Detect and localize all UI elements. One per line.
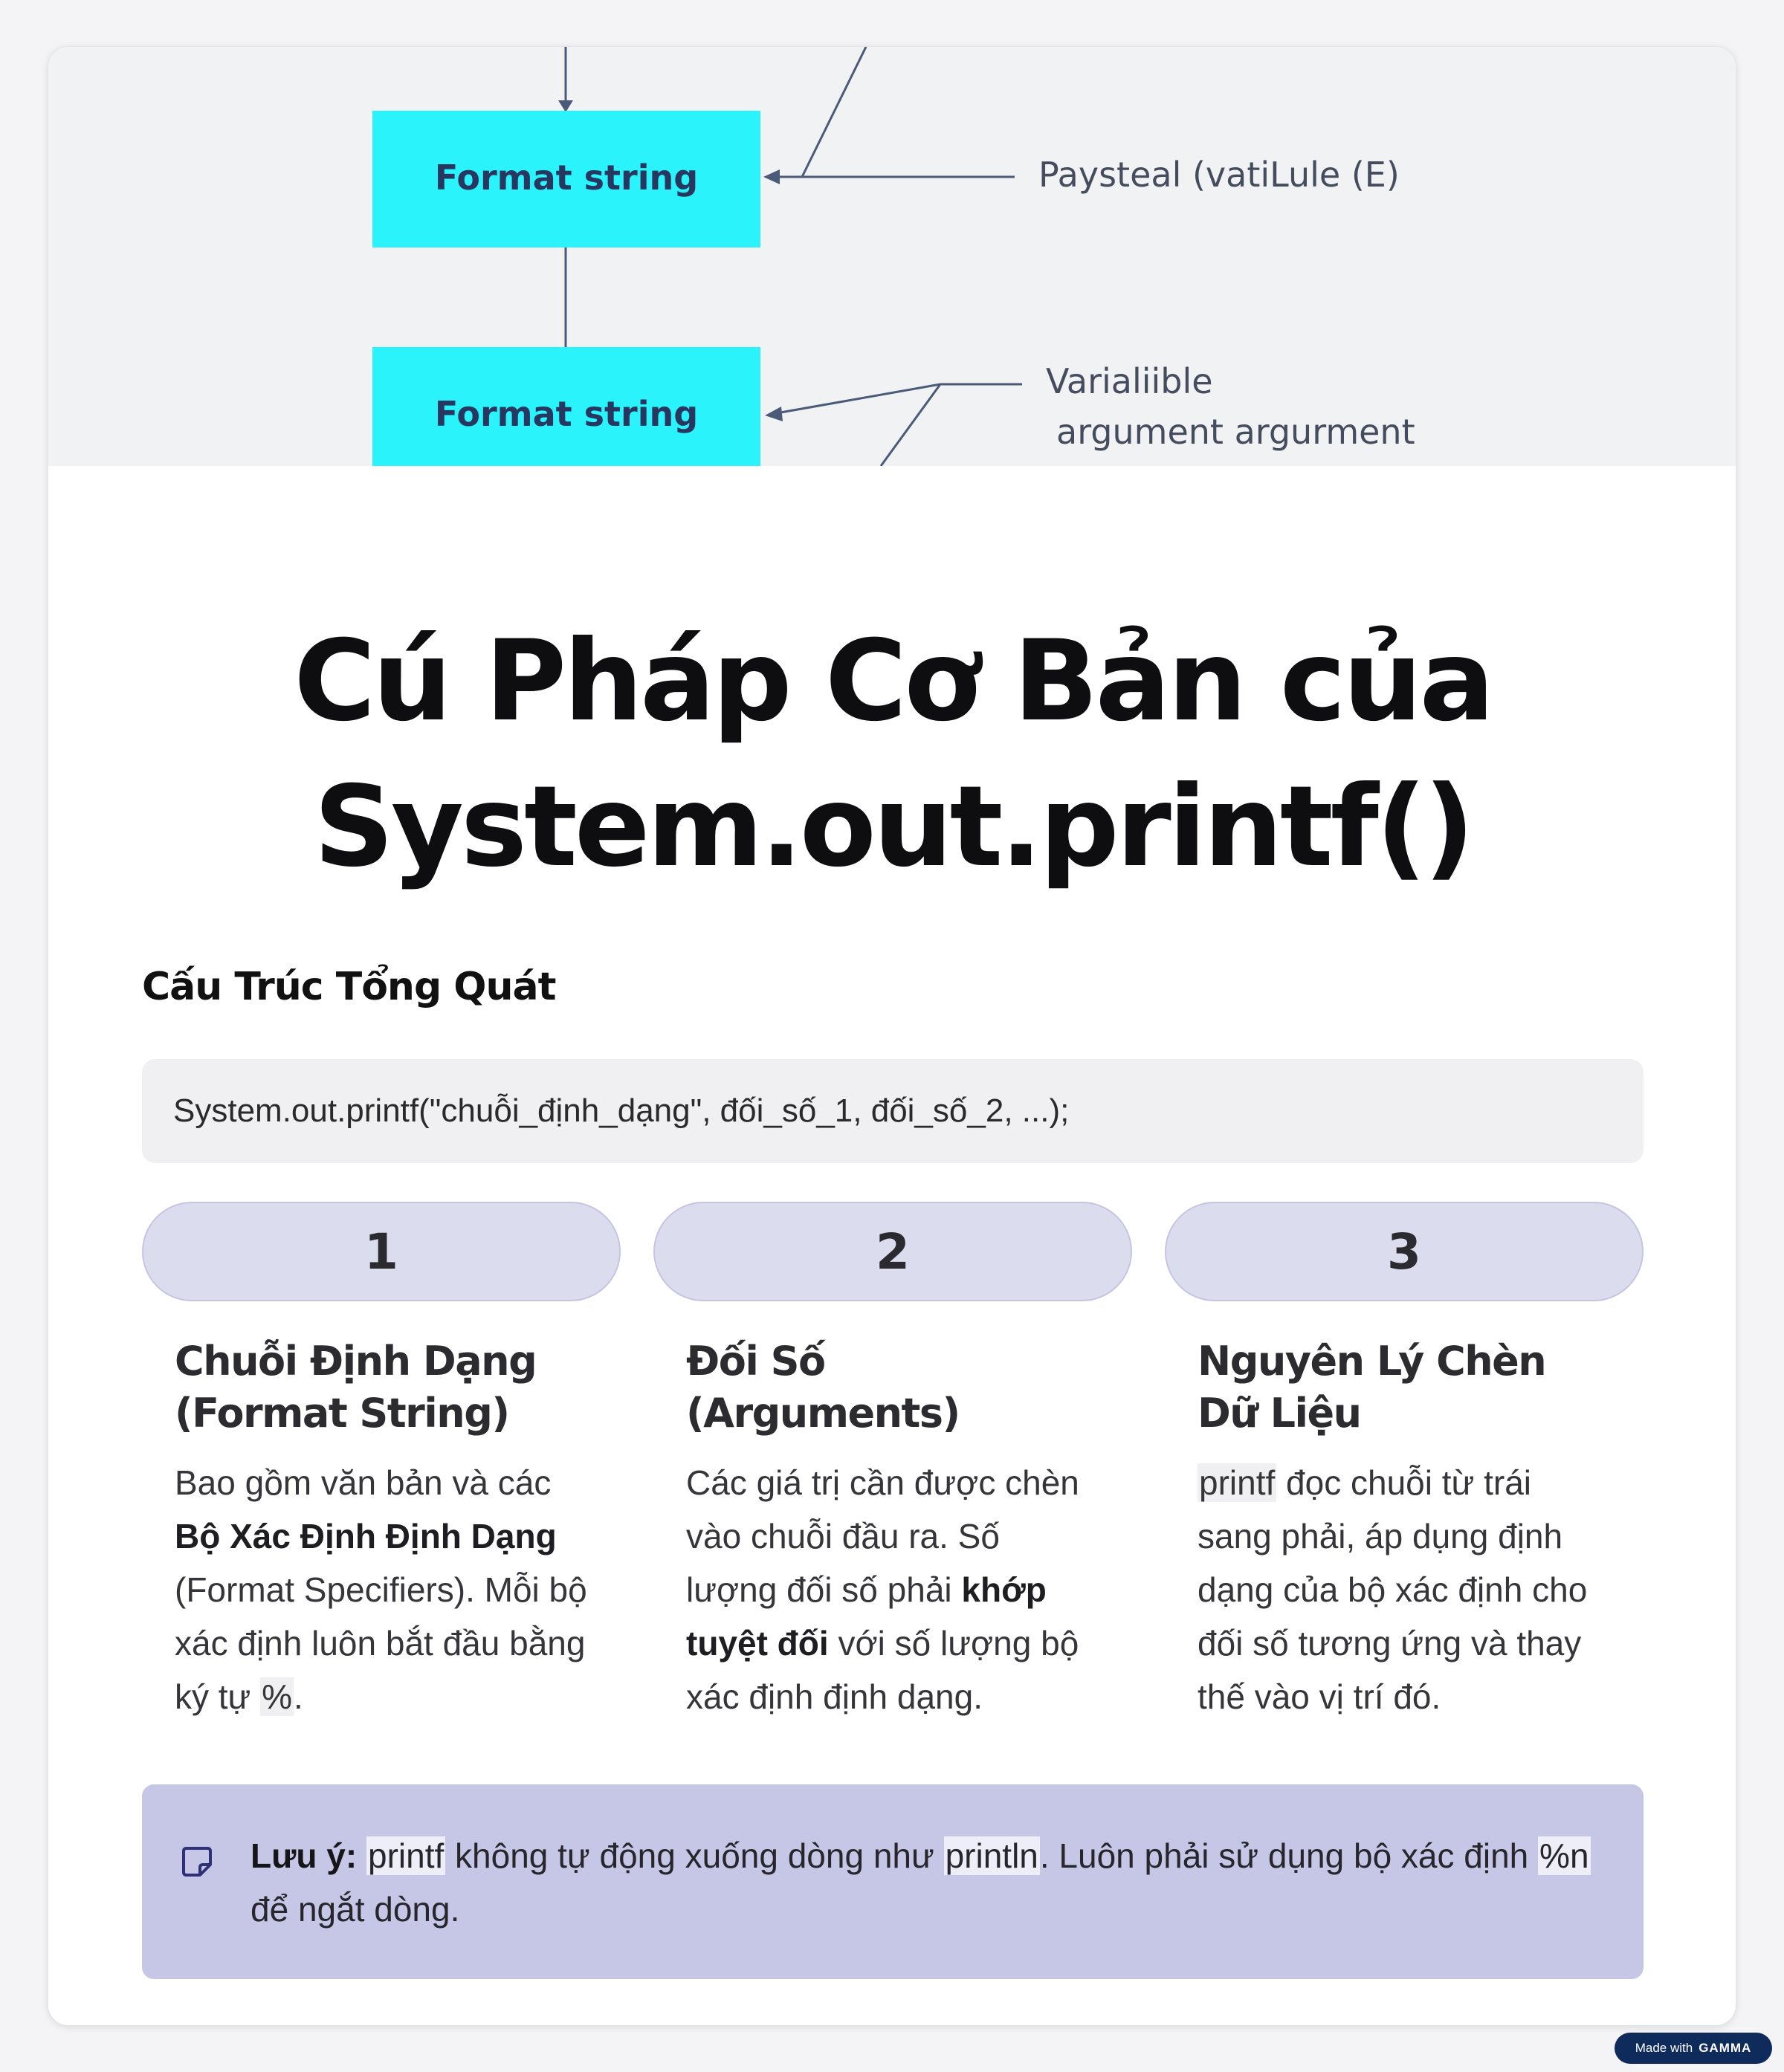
- step-1-text-bold: Bộ Xác Định Định Dạng: [175, 1517, 557, 1555]
- step-1-text-a: Bao gồm văn bản và các: [175, 1463, 552, 1502]
- step-2: 2 Đối Số (Arguments) Các giá trị cần đượ…: [653, 1202, 1132, 1723]
- step-1: 1 Chuỗi Định Dạng (Format String) Bao gồ…: [142, 1202, 621, 1723]
- hero-diagram-image: Format string Format string Paysteal (va…: [48, 47, 1736, 466]
- arrow-2-label-line1: Varialiible: [1046, 361, 1213, 401]
- step-2-number-pill: 2: [653, 1202, 1132, 1301]
- step-1-number-pill: 1: [142, 1202, 621, 1301]
- note-text-1: không tự động xuống dòng như: [445, 1836, 944, 1875]
- slide-card: Format string Format string Paysteal (va…: [48, 46, 1736, 2026]
- badge-brand-logo: GAMMA: [1699, 2041, 1752, 2055]
- arrow-1-head: [763, 169, 780, 184]
- arrow-1-diagonal: [801, 47, 867, 178]
- title-line-1: Cú Pháp Cơ Bản của: [294, 617, 1494, 746]
- step-1-body: Chuỗi Định Dạng (Format String) Bao gồm …: [142, 1301, 621, 1723]
- steps-row: 1 Chuỗi Định Dạng (Format String) Bao gồ…: [142, 1202, 1644, 1723]
- step-2-title: Đối Số (Arguments): [686, 1338, 960, 1437]
- step-3-number: 3: [1387, 1223, 1421, 1281]
- note-callout: Lưu ý: printf không tự động xuống dòng n…: [142, 1784, 1644, 1979]
- arrow-1-label: Paysteal (vatiLule (E): [1038, 155, 1400, 195]
- flow-diagram: Format string Format string Paysteal (va…: [372, 47, 1415, 466]
- step-1-text: Bao gồm văn bản và các Bộ Xác Định Định …: [175, 1456, 588, 1723]
- format-string-box-2-label: Format string: [435, 394, 698, 434]
- format-string-box-1-label: Format string: [435, 158, 698, 198]
- step-3-text: printf đọc chuỗi từ trái sang phải, áp d…: [1198, 1456, 1611, 1723]
- step-1-title: Chuỗi Định Dạng (Format String): [175, 1338, 537, 1437]
- step-3-number-pill: 3: [1165, 1202, 1644, 1301]
- arrow-2-line-b: [772, 383, 941, 415]
- step-1-number: 1: [364, 1223, 398, 1281]
- step-1-inline-code: %: [260, 1677, 294, 1716]
- main-content: Cú Pháp Cơ Bản của System.out.printf() C…: [142, 466, 1644, 1723]
- note-code-println: println: [943, 1836, 1040, 1875]
- note-text-3: để ngắt dòng.: [251, 1890, 460, 1929]
- arrow-2-label-line2: argument argurment: [1056, 412, 1415, 452]
- note-icon: [182, 1847, 212, 1877]
- made-with-gamma-badge[interactable]: Made with GAMMA: [1615, 2033, 1772, 2064]
- section-heading: Cấu Trúc Tổng Quát: [142, 965, 556, 1009]
- note-code-printf: printf: [366, 1836, 446, 1875]
- step-1-text-c: .: [294, 1677, 303, 1716]
- step-1-text-b: (Format Specifiers). Mỗi bộ xác định luô…: [175, 1570, 587, 1716]
- title-line-2: System.out.printf(): [314, 763, 1475, 892]
- code-example-block: System.out.printf("chuỗi_định_dạng", đối…: [142, 1059, 1644, 1163]
- arrowhead-top: [558, 100, 573, 112]
- step-3-body: Nguyên Lý Chèn Dữ Liệu printf đọc chuỗi …: [1165, 1301, 1644, 1723]
- note-text: Lưu ý: printf không tự động xuống dòng n…: [251, 1829, 1599, 1936]
- arrow-2-head: [765, 407, 783, 421]
- note-code-newline: %n: [1538, 1836, 1591, 1875]
- step-2-text: Các giá trị cần được chèn vào chuỗi đầu …: [686, 1456, 1099, 1723]
- step-2-number: 2: [876, 1223, 910, 1281]
- step-3-title: Nguyên Lý Chèn Dữ Liệu: [1198, 1338, 1547, 1437]
- arrow-2-diagonal: [879, 383, 942, 466]
- step-3-inline-code: printf: [1198, 1463, 1277, 1502]
- note-text-2: . Luôn phải sử dụng bộ xác định: [1039, 1836, 1539, 1875]
- code-example-text: System.out.printf("chuỗi_định_dạng", đối…: [173, 1092, 1070, 1129]
- step-3: 3 Nguyên Lý Chèn Dữ Liệu printf đọc chuỗ…: [1165, 1202, 1644, 1723]
- page-title: Cú Pháp Cơ Bản của System.out.printf(): [142, 609, 1644, 900]
- step-2-body: Đối Số (Arguments) Các giá trị cần được …: [653, 1301, 1132, 1723]
- note-label: Lưu ý:: [251, 1836, 358, 1875]
- badge-made-with-text: Made with: [1635, 2041, 1693, 2055]
